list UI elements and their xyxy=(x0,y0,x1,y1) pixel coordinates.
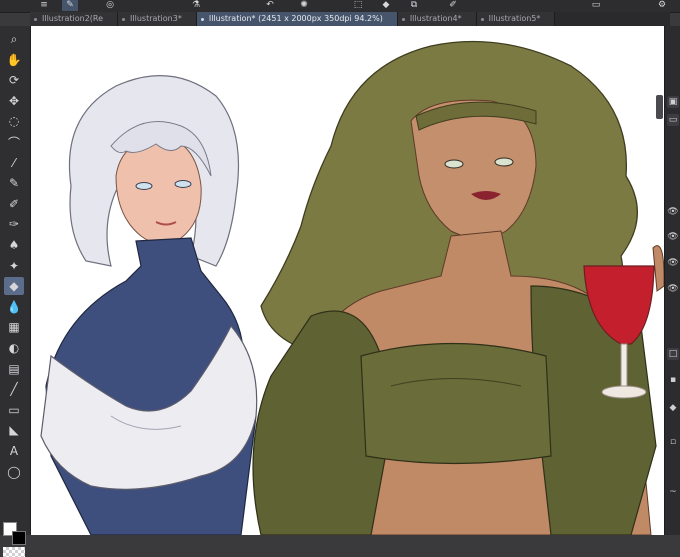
balloon-icon[interactable]: ◯ xyxy=(4,463,24,481)
undo-icon[interactable]: ↶ xyxy=(262,0,278,11)
sub-color-swatch[interactable] xyxy=(12,531,26,545)
fill-icon[interactable]: ▦ xyxy=(4,318,24,336)
document-tab[interactable]: Illustration5* xyxy=(476,12,556,26)
tab-close-icon[interactable] xyxy=(200,18,204,21)
tab-close-icon[interactable] xyxy=(480,18,484,21)
left-character-illustration xyxy=(40,75,258,535)
airbrush-icon[interactable]: ♠ xyxy=(4,236,24,254)
settings-icon[interactable]: ⚙ xyxy=(654,0,670,11)
right-panel-strip: ▣ ▭ 👁 👁 👁 👁 □ ▪ ◆ ▫ ~ xyxy=(664,26,680,535)
layer-panel-button[interactable]: ▣ xyxy=(667,96,679,108)
lasso-icon[interactable]: ◌ xyxy=(4,112,24,130)
rotate-icon[interactable]: ⟳ xyxy=(4,71,24,89)
pencil-icon[interactable]: ✐ xyxy=(4,195,24,213)
document-tab[interactable]: Illustration4* xyxy=(397,12,477,26)
crop-icon[interactable]: ⧉ xyxy=(406,0,422,11)
layer-item[interactable]: ▫ xyxy=(667,436,679,448)
property-panel-button[interactable]: ▭ xyxy=(667,114,679,126)
eraser-layer-icon[interactable]: ◆ xyxy=(667,402,679,414)
ruler-icon[interactable]: ◣ xyxy=(4,421,24,439)
auto-select-icon[interactable]: ⌒ xyxy=(4,133,24,151)
decoration-icon[interactable]: ✦ xyxy=(4,257,24,275)
text-icon[interactable]: A xyxy=(4,442,24,460)
frame-icon[interactable]: ▭ xyxy=(4,401,24,419)
tab-label: Illustration5* xyxy=(488,14,541,23)
artwork xyxy=(40,40,664,535)
flask-icon[interactable]: ⚗ xyxy=(188,0,204,11)
camera-icon[interactable]: ◎ xyxy=(102,0,118,11)
tab-close-icon[interactable] xyxy=(34,18,37,21)
document-tab[interactable]: Illustration3* xyxy=(118,12,197,26)
gradient-icon[interactable]: ▤ xyxy=(4,360,24,378)
layer-visibility-icon[interactable]: 👁 xyxy=(667,231,679,243)
tab-close-icon[interactable] xyxy=(401,18,405,21)
tab-label: Illustration2(Re xyxy=(42,14,104,23)
tool-palette: ⌕ ✋ ⟳ ✥ ◌ ⌒ ⁄ ✎ ✐ ✑ ♠ ✦ ◆ 💧 ▦ ◐ ▤ ╱ ▭ ◣ A ◯ xyxy=(0,26,31,557)
layer-thumbnail[interactable]: □ xyxy=(667,348,679,360)
zoom-icon[interactable]: ⌕ xyxy=(4,30,24,48)
brush-settings-icon[interactable]: ✐ xyxy=(445,0,461,11)
tab-label: Illustration4* xyxy=(409,14,462,23)
tab-close-icon[interactable] xyxy=(122,18,126,21)
fill-icon[interactable]: ◆ xyxy=(378,0,394,11)
select-icon[interactable]: ⬚ xyxy=(350,0,366,11)
panel-icon[interactable]: ▭ xyxy=(588,0,604,11)
line-icon[interactable]: ╱ xyxy=(4,380,24,398)
layer-visibility-icon[interactable]: 👁 xyxy=(667,283,679,295)
document-tabs: Illustration2(Re Illustration3* Illustrati… xyxy=(30,12,670,26)
blend-icon[interactable]: 💧 xyxy=(4,298,24,316)
eraser-icon[interactable]: ◆ xyxy=(4,277,24,296)
document-tab[interactable]: Illustration* (2451 x 2000px 350dpi 94.2… xyxy=(196,12,398,26)
document-tab[interactable]: Illustration2(Re xyxy=(30,12,119,26)
eyedropper-icon[interactable]: ⁄ xyxy=(4,154,24,172)
loading-icon[interactable]: ✺ xyxy=(296,0,312,11)
pen-pressure-icon[interactable]: ✎ xyxy=(62,0,78,11)
layer-visibility-icon[interactable]: 👁 xyxy=(667,257,679,269)
brush-size-icon[interactable]: ~ xyxy=(667,486,679,498)
canvas-scrollbar[interactable] xyxy=(656,95,663,119)
drawing-canvas[interactable] xyxy=(31,26,664,535)
transparent-color-swatch[interactable] xyxy=(3,547,25,557)
move-icon[interactable]: ✥ xyxy=(4,92,24,110)
layer-visibility-icon[interactable]: 👁 xyxy=(667,206,679,218)
tab-label: Illustration* (2451 x 2000px 350dpi 94.2… xyxy=(208,14,383,23)
menu-icon[interactable]: ≡ xyxy=(36,0,52,11)
tab-label: Illustration3* xyxy=(130,14,182,23)
brush-icon[interactable]: ✑ xyxy=(4,215,24,233)
hand-icon[interactable]: ✋ xyxy=(4,51,24,69)
bucket-icon[interactable]: ◐ xyxy=(4,339,24,357)
pen-icon[interactable]: ✎ xyxy=(4,174,24,192)
layer-item[interactable]: ▪ xyxy=(667,374,679,386)
